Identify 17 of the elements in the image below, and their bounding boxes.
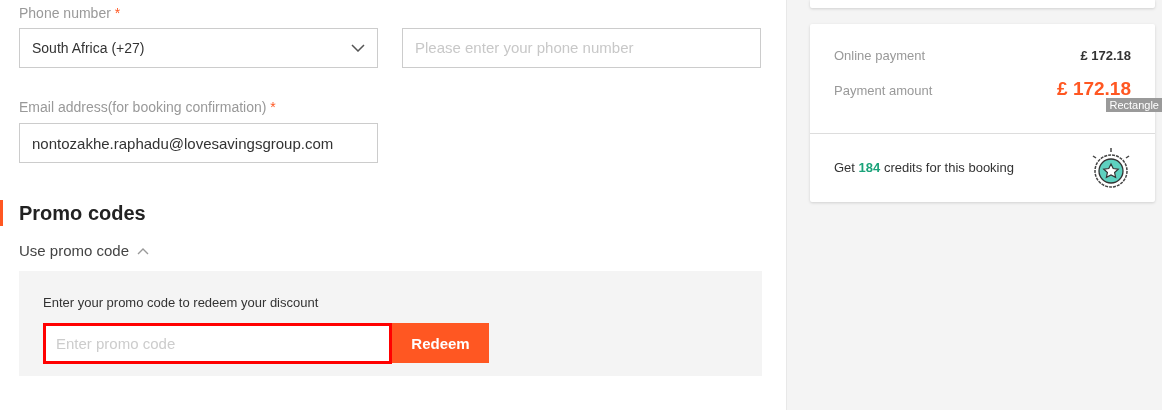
promo-toggle[interactable]: Use promo code xyxy=(19,242,150,259)
caret-icon xyxy=(137,246,150,255)
chevron-down-icon xyxy=(351,44,365,52)
promo-hint: Enter your promo code to redeem your discount xyxy=(43,295,320,310)
field-label: Phone number * xyxy=(19,5,122,23)
star-badge-icon xyxy=(1091,146,1131,189)
section-heading: Promo codes xyxy=(19,201,146,226)
credits-text: Get 184 credits for this booking xyxy=(834,160,1014,175)
email-input[interactable]: nontozakhe.raphadu@lovesavingsgroup.com xyxy=(19,123,378,163)
country-select[interactable]: South Africa (+27) xyxy=(19,28,378,68)
payment-label: Online payment xyxy=(834,48,926,63)
field-label: Email address(for booking confirmation) * xyxy=(19,99,277,117)
accent-bar xyxy=(0,200,3,226)
payment-value: £ 172.18 xyxy=(1080,48,1131,63)
payment-label: Payment amount xyxy=(834,83,933,98)
payment-value: £ 172.18 xyxy=(1057,78,1131,100)
tooltip: Rectangle xyxy=(1106,98,1162,112)
